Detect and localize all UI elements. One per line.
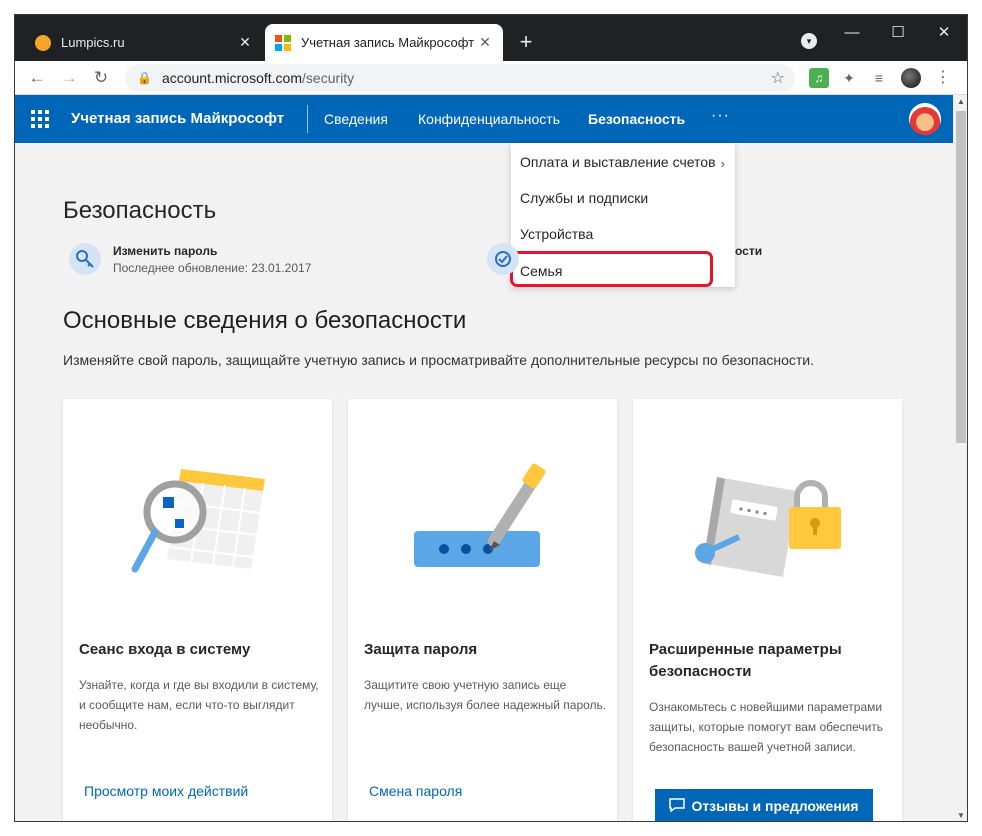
- nav-security[interactable]: Безопасность: [588, 111, 685, 127]
- card-sign-in-activity: Сеанс входа в систему Узнайте, когда и г…: [63, 399, 332, 821]
- basics-title: Основные сведения о безопасности: [63, 307, 467, 334]
- menu-item-billing[interactable]: Оплата и выставление счетов: [520, 154, 716, 170]
- nav-info[interactable]: Сведения: [324, 111, 388, 127]
- family-highlight-frame: [510, 251, 713, 287]
- media-control-icon[interactable]: ≡: [869, 68, 889, 88]
- scroll-down-icon[interactable]: ▼: [953, 809, 967, 821]
- app-launcher-icon[interactable]: [31, 110, 49, 128]
- magnifier-calendar-illustration: [131, 469, 265, 573]
- user-avatar[interactable]: [909, 103, 941, 135]
- partial-quick-link[interactable]: ости: [735, 244, 762, 258]
- tab-microsoft-account[interactable]: Учетная запись Майкрософт | S ✕: [265, 24, 503, 61]
- extensions-puzzle-icon[interactable]: ✦: [839, 68, 859, 88]
- card-password-protection: Защита пароля Защитите свою учетную запи…: [348, 399, 617, 821]
- tab-title: Учетная запись Майкрософт | S: [301, 35, 477, 50]
- change-password-link[interactable]: Изменить пароль: [113, 244, 217, 258]
- tab-lumpics[interactable]: Lumpics.ru ✕: [25, 24, 263, 61]
- browser-menu-icon[interactable]: ⋮: [933, 68, 953, 88]
- change-password-link[interactable]: Смена пароля: [369, 783, 462, 799]
- ms-account-header: Учетная запись Майкрософт Сведения Конфи…: [15, 95, 953, 143]
- reload-icon[interactable]: ↻: [89, 66, 113, 90]
- url-host: account.microsoft.com: [161, 70, 303, 86]
- browser-window: Lumpics.ru ✕ Учетная запись Майкрософт |…: [14, 14, 968, 822]
- orange-circle-icon: [35, 34, 51, 51]
- more-menu-icon[interactable]: ···: [711, 107, 730, 125]
- bookmark-star-icon[interactable]: ☆: [771, 68, 785, 88]
- chevron-right-icon: ›: [720, 156, 725, 171]
- menu-item-services[interactable]: Службы и подписки: [520, 190, 648, 206]
- feedback-button[interactable]: Отзывы и предложения: [655, 789, 873, 821]
- shield-check-icon[interactable]: [487, 243, 519, 275]
- maximize-button[interactable]: ☐: [875, 21, 921, 45]
- lock-key-illustration: [695, 477, 841, 577]
- url-path: /security: [302, 70, 355, 86]
- key-icon[interactable]: [69, 243, 101, 275]
- scrollbar-thumb[interactable]: [956, 111, 966, 443]
- browser-toolbar: ← → ↻ 🔒 account.microsoft.com/security ☆…: [15, 61, 967, 95]
- music-extension-icon[interactable]: ♫: [809, 68, 829, 88]
- minimize-button[interactable]: —: [829, 21, 875, 45]
- tab-strip: Lumpics.ru ✕ Учетная запись Майкрософт |…: [15, 15, 967, 61]
- new-tab-button[interactable]: +: [513, 29, 539, 55]
- card-advanced-security: Расширенные параметры безопасности Ознак…: [633, 399, 902, 821]
- menu-item-devices[interactable]: Устройства: [520, 226, 593, 242]
- page-scrollbar[interactable]: ▲ ▼: [953, 95, 967, 821]
- page-content: Учетная запись Майкрософт Сведения Конфи…: [15, 95, 953, 821]
- tab-close-icon[interactable]: ✕: [477, 34, 493, 51]
- tab-title: Lumpics.ru: [61, 35, 125, 50]
- view-activity-link[interactable]: Просмотр моих действий: [84, 783, 248, 799]
- tab-search-icon[interactable]: ▾: [801, 33, 817, 49]
- tab-close-icon[interactable]: ✕: [237, 34, 253, 51]
- feedback-label: Отзывы и предложения: [691, 798, 859, 814]
- chat-icon: [669, 797, 686, 815]
- card-title: Расширенные параметры безопасности: [649, 641, 842, 680]
- header-divider: [307, 105, 308, 133]
- card-description: Защитите свою учетную запись еще лучше, …: [364, 678, 607, 712]
- brand-title[interactable]: Учетная запись Майкрософт: [71, 110, 284, 127]
- address-bar[interactable]: 🔒 account.microsoft.com/security ☆: [125, 64, 795, 92]
- card-title: Сеанс входа в систему: [79, 641, 251, 658]
- back-icon[interactable]: ←: [25, 66, 49, 90]
- microsoft-logo-icon: [275, 34, 291, 51]
- profile-avatar[interactable]: [901, 68, 921, 88]
- lock-icon[interactable]: 🔒: [137, 71, 152, 85]
- card-title: Защита пароля: [364, 641, 478, 658]
- password-last-updated: Последнее обновление: 23.01.2017: [113, 261, 312, 275]
- scroll-up-icon[interactable]: ▲: [953, 95, 967, 109]
- card-description: Узнайте, когда и где вы входили в систем…: [79, 678, 319, 732]
- close-window-button[interactable]: ✕: [921, 21, 967, 45]
- password-pen-illustration: [414, 463, 546, 567]
- forward-icon[interactable]: →: [57, 66, 81, 90]
- basics-description: Изменяйте свой пароль, защищайте учетную…: [63, 352, 814, 368]
- card-description: Ознакомьтесь с новейшими параметрами защ…: [649, 700, 884, 754]
- page-title: Безопасность: [63, 197, 217, 224]
- nav-privacy[interactable]: Конфиденциальность: [418, 111, 560, 127]
